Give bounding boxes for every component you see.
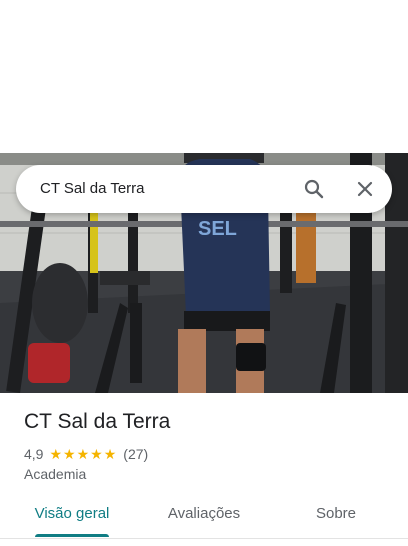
tab-reviews[interactable]: Avaliações — [154, 494, 254, 536]
star-icon: ★ — [76, 446, 90, 462]
active-tab-indicator — [35, 534, 109, 537]
star-icon: ★ — [63, 446, 76, 462]
place-category: Academia — [24, 466, 87, 482]
star-icon: ★ — [103, 446, 117, 462]
tab-overview[interactable]: Visão geral — [24, 494, 120, 536]
tab-about[interactable]: Sobre — [300, 494, 372, 536]
search-input[interactable]: CT Sal da Terra — [40, 165, 145, 213]
search-icon[interactable] — [302, 177, 326, 201]
place-title: CT Sal da Terra — [24, 410, 171, 433]
rating-row[interactable]: 4,9 ★ ★ ★ ★ ★ (27) — [24, 444, 148, 464]
rating-value: 4,9 — [24, 446, 44, 462]
star-icon: ★ — [90, 446, 103, 462]
star-icon: ★ — [49, 446, 63, 462]
star-rating: ★ ★ ★ ★ ★ — [49, 447, 117, 461]
shirt-print: SEL — [198, 218, 237, 240]
tab-bar: Visão geral Avaliações Sobre — [0, 494, 408, 539]
review-count[interactable]: (27) — [123, 446, 148, 462]
search-bar[interactable]: CT Sal da Terra — [16, 165, 392, 213]
close-icon[interactable] — [353, 177, 377, 201]
blank-area — [0, 0, 408, 153]
